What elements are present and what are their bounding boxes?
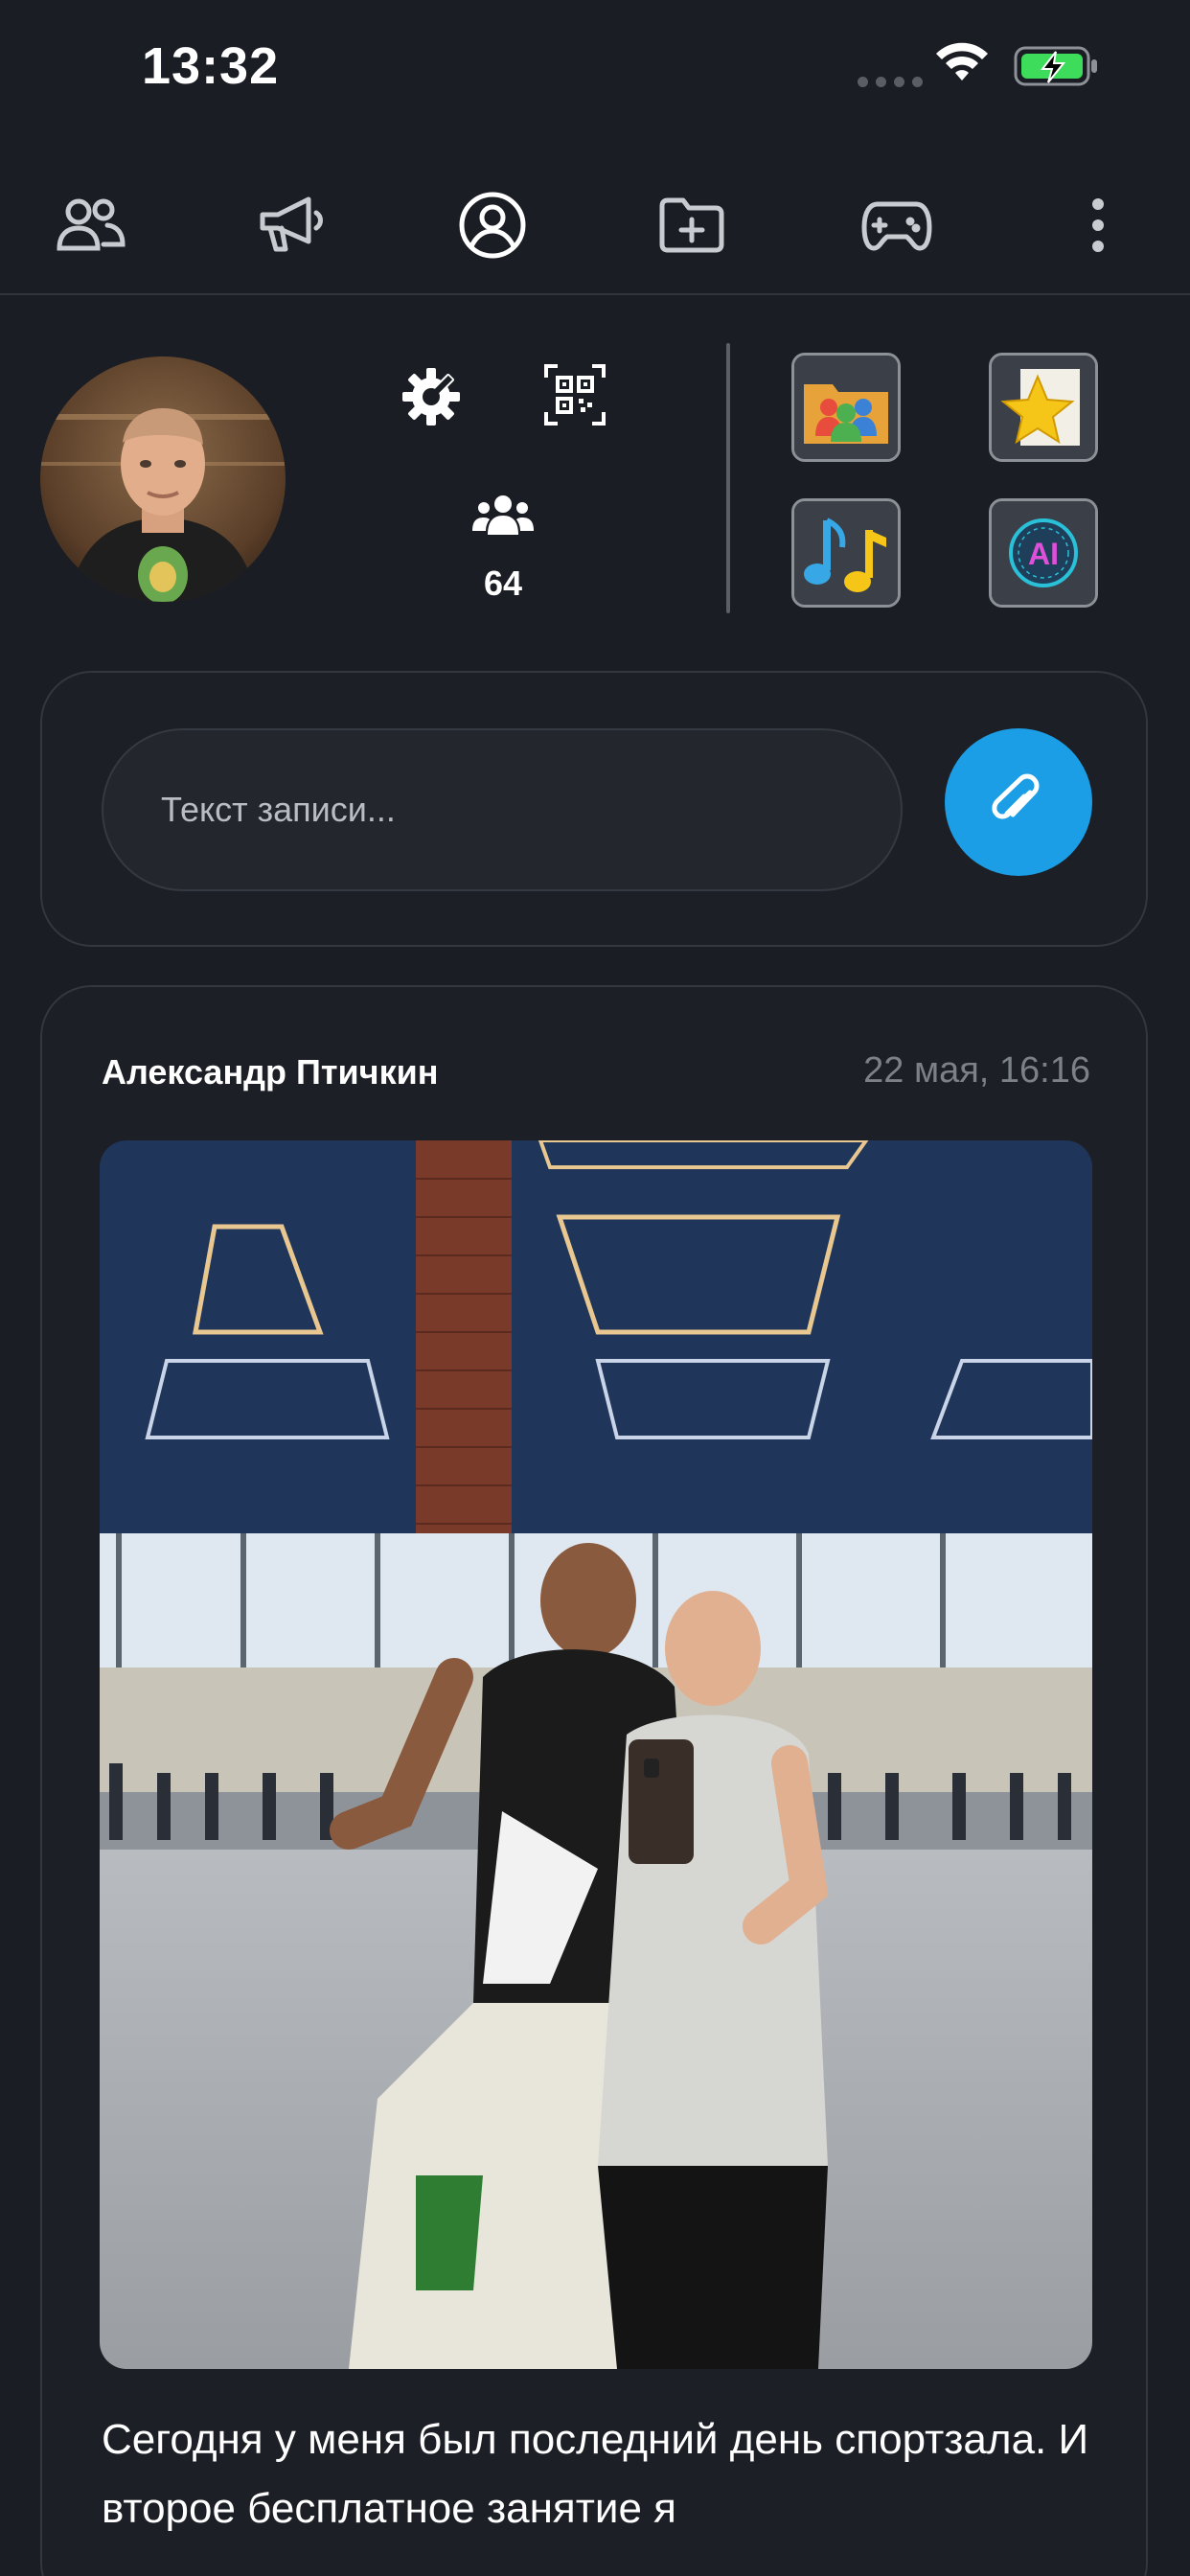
post-date: 22 мая, 16:16 [863,1050,1090,1091]
qr-code-button[interactable] [542,362,607,427]
ai-label: AI [1028,537,1059,571]
more-menu-button[interactable] [1062,192,1134,259]
favorites-star-icon [992,356,1095,459]
megaphone-icon [260,196,323,252]
cellular-signal-icon [858,77,923,87]
tab-profile[interactable] [454,192,531,259]
users-group-icon [472,495,534,535]
gear-icon [402,368,460,426]
status-time: 13:32 [142,37,280,95]
battery-icon [1014,46,1097,86]
post-author[interactable]: Александр Птичкин [102,1052,438,1092]
app-favorites[interactable] [989,353,1098,462]
tab-friends[interactable] [52,192,128,259]
composer-card [40,671,1148,947]
friends-icon [57,198,126,251]
qr-code-icon [544,364,606,426]
friends-count: 64 [483,564,523,603]
tab-channels[interactable] [255,192,332,259]
status-bar: 13:32 [0,0,1190,144]
top-tab-bar [0,153,1190,295]
wifi-icon [936,42,988,80]
attach-button[interactable] [945,728,1092,876]
post-text: Сегодня у меня был последний день спортз… [102,2416,1089,2532]
post-text-input[interactable] [102,728,903,891]
folder-add-icon [659,197,724,253]
app-music[interactable] [791,498,901,608]
settings-button[interactable] [399,364,464,429]
divider [726,343,730,613]
tab-games[interactable] [858,192,935,259]
post-photo[interactable] [100,1140,1092,2369]
ai-icon: AI [992,501,1095,605]
app-ai[interactable]: AI [989,498,1098,608]
friends-group-button[interactable] [471,491,535,540]
post-card: Александр Птичкин 22 мая, 16:16 Сегодня … [40,985,1148,2576]
contacts-folder-icon [794,356,898,459]
tab-files[interactable] [653,192,730,259]
more-vertical-icon [1092,198,1104,252]
gamepad-icon [861,201,932,251]
profile-icon [459,192,526,259]
music-icon [794,501,898,605]
avatar[interactable] [40,356,286,602]
app-contacts[interactable] [791,353,901,462]
paperclip-icon [992,773,1040,819]
screen: 13:32 64 AI Текст записи... Александр Пт… [0,0,1190,2576]
